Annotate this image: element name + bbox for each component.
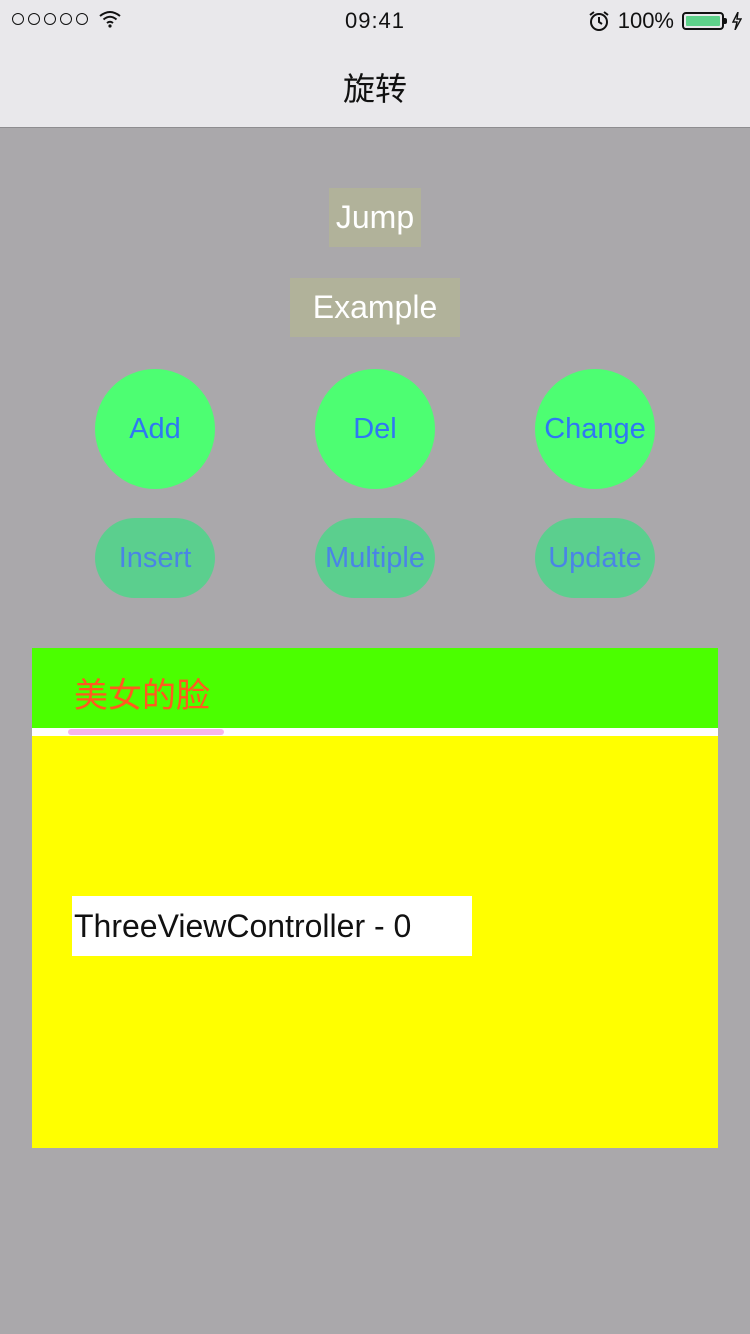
segment-tab-bar: 美女的脸 [32,648,718,728]
charging-bolt-icon [732,12,742,30]
add-button[interactable]: Add [95,369,215,489]
alarm-icon [589,11,609,31]
jump-button[interactable]: Jump [329,188,421,247]
example-button[interactable]: Example [290,278,460,337]
tab-indicator [68,729,224,735]
navigation-bar: 旋转 [0,40,750,128]
insert-button[interactable]: Insert [95,518,215,598]
change-button[interactable]: Change [535,369,655,489]
page-title: 旋转 [342,71,407,107]
del-button[interactable]: Del [315,369,435,489]
update-button[interactable]: Update [535,518,655,598]
battery-icon [682,12,727,30]
status-bar: 09:41 100% [0,0,750,40]
controller-label: ThreeViewController - 0 [72,896,472,956]
battery-percent: 100% [617,8,674,33]
multiple-button[interactable]: Multiple [315,518,435,598]
page-content: ThreeViewController - 0 [32,736,718,1148]
tab-item[interactable]: 美女的脸 [74,668,210,717]
